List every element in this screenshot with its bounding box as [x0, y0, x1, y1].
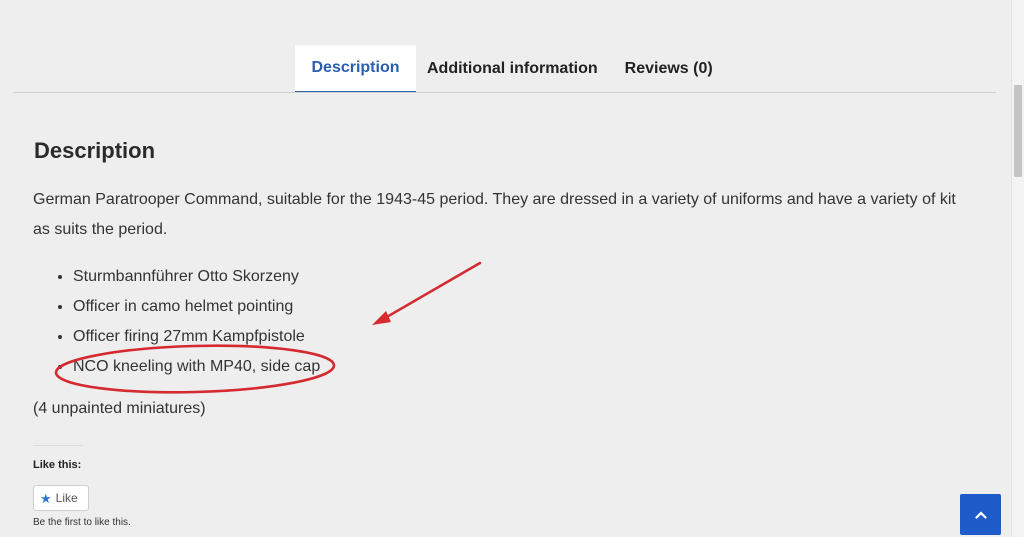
tab-additional-information[interactable]: Additional information [416, 45, 612, 93]
description-text: German Paratrooper Command, suitable for… [33, 191, 956, 238]
star-icon: ★ [40, 490, 52, 506]
list-item: Officer firing 27mm Kampfpistole [73, 322, 320, 352]
product-tabs: Description Additional information Revie… [295, 45, 729, 93]
like-first-text: Be the first to like this. [33, 517, 131, 528]
chevron-up-icon [974, 510, 987, 519]
list-item: NCO kneeling with MP40, side cap [73, 352, 320, 382]
scrollbar-thumb[interactable] [1014, 85, 1022, 177]
scrollbar[interactable] [1011, 0, 1024, 537]
annotation-arrow-shaft [376, 261, 482, 324]
like-heading: Like this: [33, 459, 82, 471]
annotation-arrow-head [372, 311, 391, 325]
tab-description[interactable]: Description [295, 45, 416, 93]
list-item: Sturmbannführer Otto Skorzeny [73, 262, 320, 292]
quantity-note: (4 unpainted miniatures) [33, 400, 206, 417]
back-to-top-button[interactable] [960, 494, 1001, 535]
like-button[interactable]: ★ Like [33, 485, 89, 511]
page: Description Additional information Revie… [0, 0, 1024, 537]
description-heading: Description [34, 138, 156, 163]
tabs-divider [13, 92, 996, 93]
divider [33, 445, 83, 446]
tab-reviews[interactable]: Reviews (0) [612, 45, 729, 93]
contents-list: Sturmbannführer Otto Skorzeny Officer in… [33, 262, 320, 382]
like-button-label: Like [55, 491, 78, 505]
list-item: Officer in camo helmet pointing [73, 292, 320, 322]
